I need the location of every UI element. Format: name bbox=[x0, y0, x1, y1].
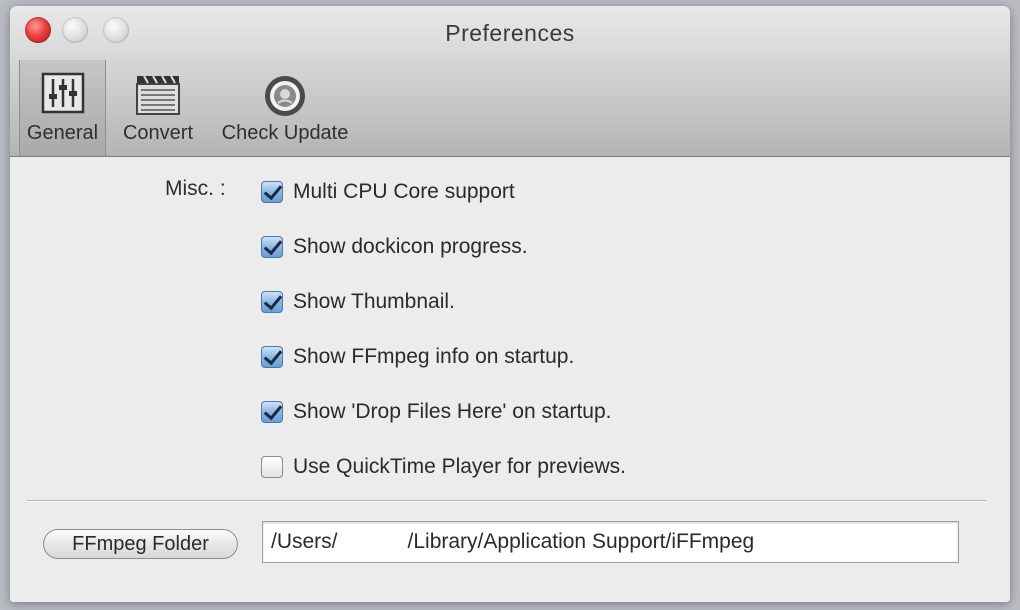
show-thumbnail-checkbox[interactable] bbox=[261, 291, 283, 313]
general-pane: Misc. : Multi CPU Core support Show dock… bbox=[10, 157, 1010, 602]
option-show-thumbnail[interactable]: Show Thumbnail. bbox=[261, 287, 455, 317]
ffmpeg-info-label: Show FFmpeg info on startup. bbox=[293, 345, 575, 368]
preferences-window: Preferences General Convert Check Update… bbox=[10, 6, 1010, 602]
window-title: Preferences bbox=[445, 20, 575, 46]
clapperboard-icon bbox=[136, 75, 180, 115]
quicktime-previews-label: Use QuickTime Player for previews. bbox=[293, 455, 626, 478]
option-drop-files-here[interactable]: Show 'Drop Files Here' on startup. bbox=[261, 397, 612, 427]
toolbar-general-label: General bbox=[26, 122, 99, 144]
dockicon-progress-label: Show dockicon progress. bbox=[293, 235, 528, 258]
title-toolbar-area: Preferences General Convert Check Update bbox=[10, 6, 1010, 157]
option-dockicon-progress[interactable]: Show dockicon progress. bbox=[261, 232, 528, 262]
multi-cpu-label: Multi CPU Core support bbox=[293, 180, 515, 203]
dockicon-progress-checkbox[interactable] bbox=[261, 236, 283, 258]
toolbar-convert[interactable]: Convert bbox=[116, 60, 200, 156]
ffmpeg-path-field[interactable] bbox=[262, 521, 959, 563]
option-ffmpeg-info[interactable]: Show FFmpeg info on startup. bbox=[261, 342, 574, 372]
toolbar-check-update[interactable]: Check Update bbox=[215, 60, 355, 156]
drop-files-here-checkbox[interactable] bbox=[261, 401, 283, 423]
option-multi-cpu[interactable]: Multi CPU Core support bbox=[261, 177, 515, 207]
drop-files-here-label: Show 'Drop Files Here' on startup. bbox=[293, 400, 612, 423]
quicktime-previews-checkbox[interactable] bbox=[261, 456, 283, 478]
sliders-icon bbox=[41, 72, 84, 114]
section-divider bbox=[27, 500, 987, 501]
multi-cpu-checkbox[interactable] bbox=[261, 181, 283, 203]
ffmpeg-folder-button[interactable]: FFmpeg Folder bbox=[43, 529, 238, 559]
show-thumbnail-label: Show Thumbnail. bbox=[293, 290, 455, 313]
misc-section-label: Misc. : bbox=[165, 177, 226, 200]
ffmpeg-info-checkbox[interactable] bbox=[261, 346, 283, 368]
toolbar-check-update-label: Check Update bbox=[221, 122, 349, 144]
update-badge-icon bbox=[265, 76, 305, 116]
option-quicktime-previews[interactable]: Use QuickTime Player for previews. bbox=[261, 452, 626, 482]
toolbar-convert-label: Convert bbox=[122, 122, 194, 144]
toolbar-general[interactable]: General bbox=[19, 60, 106, 156]
